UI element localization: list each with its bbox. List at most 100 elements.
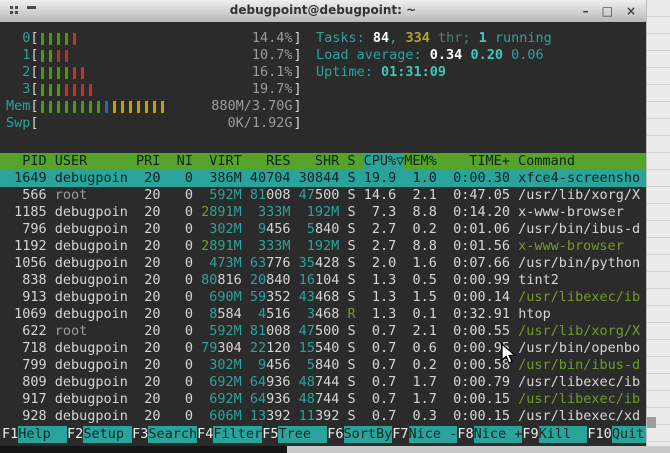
system-summary: Tasks: 84, 334 thr; 1 running Load avera… bbox=[316, 30, 552, 81]
meter-value: 16.1% bbox=[252, 64, 293, 81]
meter-tick bbox=[113, 101, 116, 113]
process-row[interactable]: 796 debugpoin 20 0 302M 9456 5840 S 2.7 … bbox=[0, 221, 646, 238]
fkey-tree[interactable]: F5Tree bbox=[262, 426, 327, 443]
close-icon[interactable]: × bbox=[626, 2, 636, 20]
background-scroll-thumb[interactable] bbox=[647, 417, 656, 428]
meter-bar: 16.1% bbox=[39, 64, 294, 81]
fkey-setup[interactable]: F2Setup bbox=[67, 426, 132, 443]
meter-label: 3 bbox=[6, 81, 30, 98]
meter-tick bbox=[41, 84, 44, 96]
fkey-key: F5 bbox=[262, 426, 278, 443]
fkey-key: F3 bbox=[132, 426, 148, 443]
process-row[interactable]: 718 debugpoin 20 0 79304 22120 15540 S 0… bbox=[0, 340, 646, 357]
cpu-meter-3: 3[19.7%] bbox=[6, 81, 302, 98]
threads-label: thr; bbox=[430, 30, 479, 46]
fkey-label: Help bbox=[18, 426, 67, 443]
table-header[interactable]: PID USER PRI NI VIRT RES SHR S CPU%▽MEM%… bbox=[0, 153, 646, 170]
process-row[interactable]: 928 debugpoin 20 0 606M 13392 11392 S 0.… bbox=[0, 408, 646, 425]
load-5min: 0.20 bbox=[470, 47, 503, 63]
meter-tick bbox=[49, 33, 52, 45]
meter-tick bbox=[49, 67, 52, 79]
fkey-label: Nice - bbox=[409, 426, 458, 443]
meter-tick bbox=[57, 101, 60, 113]
fkey-key: F7 bbox=[392, 426, 408, 443]
process-table: PID USER PRI NI VIRT RES SHR S CPU%▽MEM%… bbox=[0, 153, 646, 425]
fkey-nice-[interactable]: F8Nice + bbox=[457, 426, 522, 443]
fkey-key: F4 bbox=[197, 426, 213, 443]
column-header: MEM% TIME+ Command bbox=[404, 153, 575, 169]
meter-tick bbox=[73, 33, 76, 45]
fkey-label: Setup bbox=[83, 426, 132, 443]
process-row[interactable]: 1192 debugpoin 20 0 2891M 333M 192M S 2.… bbox=[0, 238, 646, 255]
fkey-nice-[interactable]: F7Nice - bbox=[392, 426, 457, 443]
meter-value: 10.7% bbox=[252, 47, 293, 64]
meter-bar: 0K/1.92G bbox=[39, 115, 294, 132]
fkey-help[interactable]: F1Help bbox=[2, 426, 67, 443]
meter-tick bbox=[57, 84, 60, 96]
meter-label: Mem bbox=[6, 98, 30, 115]
running-label: running bbox=[487, 30, 552, 46]
swap-meter: Swp[0K/1.92G] bbox=[6, 115, 302, 132]
meter-tick bbox=[73, 67, 76, 79]
process-row[interactable]: 1056 debugpoin 20 0 473M 63776 35428 S 2… bbox=[0, 255, 646, 272]
meter-tick bbox=[41, 101, 44, 113]
meter-tick bbox=[49, 101, 52, 113]
process-row[interactable]: 1185 debugpoin 20 0 2891M 333M 192M S 7.… bbox=[0, 204, 646, 221]
process-row[interactable]: 566 root 20 0 592M 81008 47500 S 14.6 2.… bbox=[0, 187, 646, 204]
meter-tick bbox=[81, 101, 84, 113]
process-row[interactable]: 917 debugpoin 20 0 692M 64936 48744 S 0.… bbox=[0, 391, 646, 408]
meter-tick bbox=[65, 33, 68, 45]
meter-tick bbox=[89, 84, 92, 96]
fkey-sortby[interactable]: F6SortBy bbox=[327, 426, 392, 443]
meter-tick bbox=[57, 67, 60, 79]
process-row[interactable]: 838 debugpoin 20 0 80816 20840 16104 S 1… bbox=[0, 272, 646, 289]
process-row[interactable]: 913 debugpoin 20 0 690M 59352 43468 S 1.… bbox=[0, 289, 646, 306]
meter-tick bbox=[49, 84, 52, 96]
process-row[interactable]: 799 debugpoin 20 0 302M 9456 5840 S 0.7 … bbox=[0, 357, 646, 374]
fkey-label: Quit bbox=[612, 426, 646, 443]
meter-tick bbox=[41, 67, 44, 79]
meter-value: 19.7% bbox=[252, 81, 293, 98]
cpu-meter-2: 2[16.1%] bbox=[6, 64, 302, 81]
window-bottom-border bbox=[0, 446, 287, 453]
sort-column-header[interactable]: CPU%▽ bbox=[364, 153, 405, 169]
load-15min: 0.06 bbox=[511, 47, 544, 63]
meter-tick bbox=[57, 50, 60, 62]
fkey-key: F9 bbox=[522, 426, 538, 443]
fkey-search[interactable]: F3Search bbox=[132, 426, 197, 443]
terminal-window: debugpoint@debugpoint: ~ – □ × 0[14.4%]1… bbox=[0, 0, 646, 446]
window-title: debugpoint@debugpoint: ~ bbox=[0, 3, 646, 17]
minimize-icon[interactable]: – bbox=[583, 2, 589, 20]
meter-value: 0K/1.92G bbox=[227, 115, 292, 132]
fkey-label: Tree bbox=[278, 426, 327, 443]
meter-tick bbox=[145, 101, 148, 113]
space bbox=[503, 47, 511, 63]
meter-label: Swp bbox=[6, 115, 30, 132]
process-row[interactable]: 1649 debugpoin 20 0 386M 40704 30844 S 1… bbox=[0, 170, 646, 187]
terminal-body: 0[14.4%]1[10.7%]2[16.1%]3[19.7%]Mem[880M… bbox=[0, 22, 646, 446]
tasks-separator: , bbox=[389, 30, 405, 46]
tasks-label: Tasks: bbox=[316, 30, 373, 46]
window-titlebar[interactable]: debugpoint@debugpoint: ~ – □ × bbox=[0, 0, 646, 23]
process-row[interactable]: 622 root 20 0 592M 81008 47500 S 0.7 2.1… bbox=[0, 323, 646, 340]
meter-tick bbox=[73, 84, 76, 96]
meter-close-bracket: ] bbox=[294, 81, 302, 98]
meter-tick bbox=[81, 84, 84, 96]
maximize-icon[interactable]: □ bbox=[602, 2, 613, 20]
process-row[interactable]: 1069 debugpoin 20 0 8584 4516 3468 R 1.3… bbox=[0, 306, 646, 323]
meter-tick bbox=[137, 101, 140, 113]
meter-open-bracket: [ bbox=[30, 64, 38, 81]
fkey-quit[interactable]: F10Quit bbox=[587, 426, 646, 443]
uptime-line: Uptime: 01:31:09 bbox=[316, 64, 552, 81]
meter-tick bbox=[65, 84, 68, 96]
meter-bar: 19.7% bbox=[39, 81, 294, 98]
fkey-label: Nice + bbox=[474, 426, 523, 443]
fkey-filter[interactable]: F4Filter bbox=[197, 426, 262, 443]
meter-tick bbox=[41, 33, 44, 45]
process-row[interactable]: 809 debugpoin 20 0 692M 64936 48744 S 0.… bbox=[0, 374, 646, 391]
fkey-label: Filter bbox=[213, 426, 262, 443]
uptime-value: 01:31:09 bbox=[381, 64, 446, 80]
window-controls: – □ × bbox=[583, 2, 636, 20]
fkey-kill[interactable]: F9Kill bbox=[522, 426, 587, 443]
fkey-key: F8 bbox=[457, 426, 473, 443]
